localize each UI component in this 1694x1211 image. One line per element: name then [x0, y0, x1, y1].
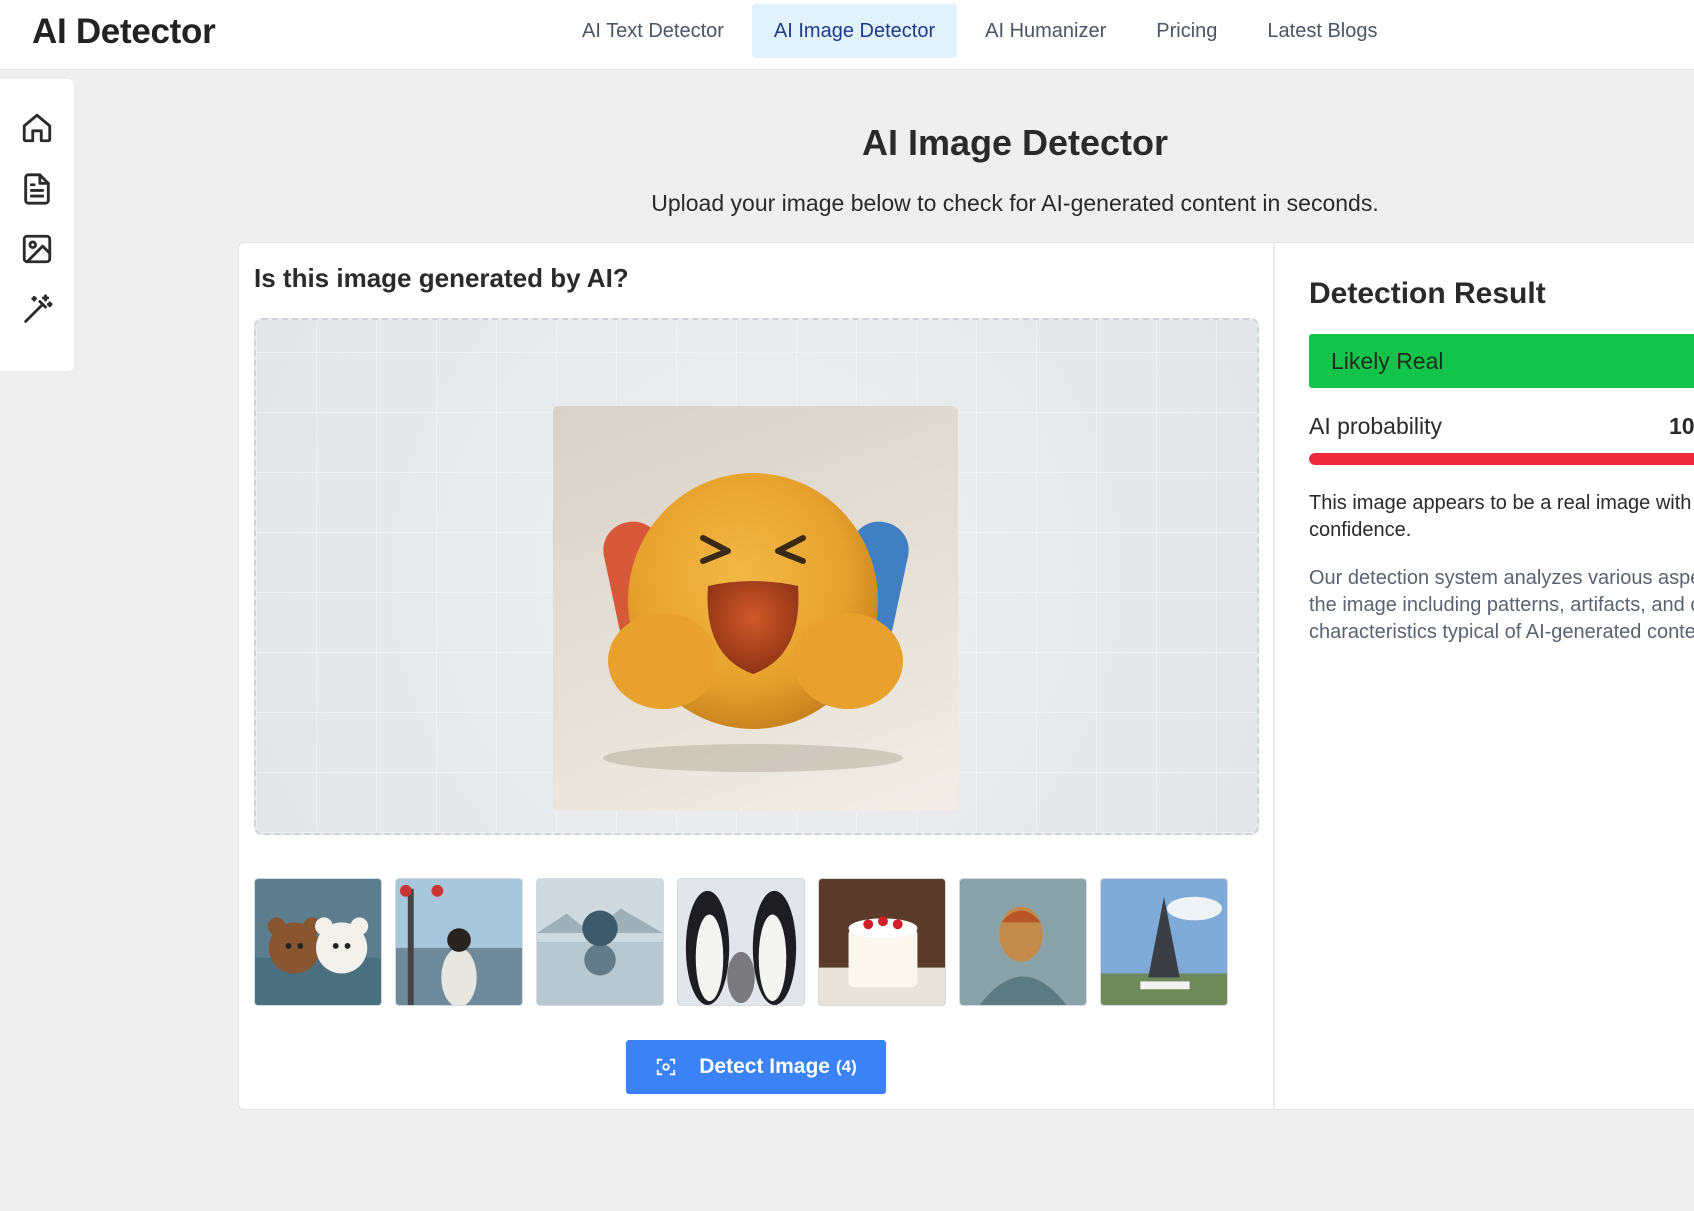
sample-thumb-crystal-ball[interactable]: [536, 878, 664, 1006]
result-description: Our detection system analyzes various as…: [1309, 565, 1694, 646]
result-description-line: characteristics typical of AI-generated …: [1309, 621, 1694, 643]
nav-ai-image-detector[interactable]: AI Image Detector: [751, 4, 958, 58]
sample-thumb-eiffel[interactable]: [1100, 878, 1228, 1006]
result-summary-line: This image appears to be a real image wi…: [1309, 492, 1694, 514]
sample-thumb-bears[interactable]: [254, 878, 382, 1006]
nav-ai-text-detector[interactable]: AI Text Detector: [560, 4, 746, 58]
card-divider: [1273, 242, 1275, 1110]
logo[interactable]: AI Detector: [32, 12, 216, 52]
detect-credits-count: (4): [835, 1057, 857, 1076]
nav-pricing[interactable]: Pricing: [1134, 4, 1239, 58]
nav-latest-blogs[interactable]: Latest Blogs: [1245, 4, 1399, 58]
probability-bar-fill: [1309, 453, 1694, 465]
nav-ai-humanizer[interactable]: AI Humanizer: [963, 4, 1128, 58]
probability-label: AI probability: [1309, 413, 1442, 439]
sample-thumb-cake[interactable]: [818, 878, 946, 1006]
main-nav: AI Text Detector AI Image Detector AI Hu…: [560, 4, 1405, 58]
detect-image-button[interactable]: Detect Image (4): [626, 1040, 886, 1094]
probability-bar: [1309, 453, 1694, 465]
scan-icon: [657, 1058, 676, 1076]
result-summary: This image appears to be a real image wi…: [1309, 490, 1694, 544]
result-summary-line: confidence.: [1309, 519, 1412, 541]
sample-thumb-penguins[interactable]: [677, 878, 805, 1006]
sidebar-item-humanizer[interactable]: [18, 291, 56, 329]
sample-thumb-portrait[interactable]: [959, 878, 1087, 1006]
page-title: AI Image Detector: [861, 122, 1169, 163]
detect-button-label: Detect Image: [699, 1055, 830, 1078]
magic-wand-icon: [24, 294, 53, 323]
upload-question: Is this image generated by AI?: [254, 263, 629, 293]
result-description-line: Our detection system analyzes various as…: [1309, 567, 1694, 589]
page-subtitle: Upload your image below to check for AI-…: [651, 190, 1379, 216]
sample-thumb-railway[interactable]: [395, 878, 523, 1006]
top-header: AI Detector AI Text Detector AI Image De…: [0, 0, 1694, 70]
result-description-line: the image including patterns, artifacts,…: [1309, 594, 1694, 616]
verdict-badge: Likely Real: [1309, 334, 1694, 388]
uploaded-image-preview: [553, 406, 958, 811]
image-icon: [22, 234, 52, 264]
sidebar-item-image[interactable]: [18, 230, 56, 268]
result-title: Detection Result: [1309, 277, 1546, 310]
probability-value: 10: [1669, 413, 1694, 439]
